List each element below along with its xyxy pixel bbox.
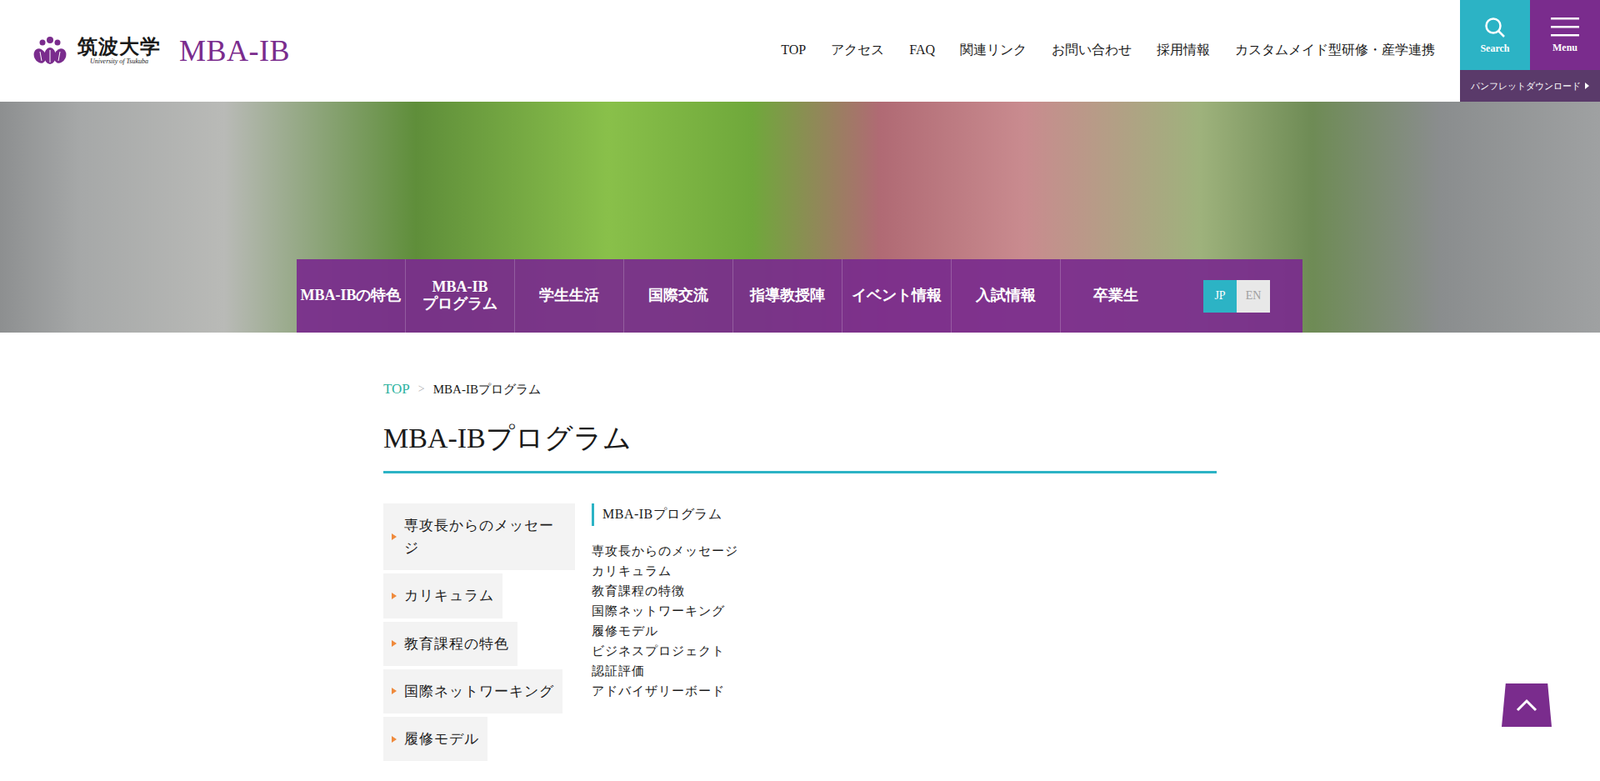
section: MBA-IBプログラム専攻長からのメッセージカリキュラム教育課程の特徴国際ネット… xyxy=(591,503,1217,761)
top-nav-link[interactable]: お問い合わせ xyxy=(1051,41,1132,60)
breadcrumb-item[interactable]: TOP xyxy=(383,380,410,398)
section-link[interactable]: アドバイザリーボード xyxy=(591,680,1217,701)
global-nav-item[interactable]: 入試情報 xyxy=(951,259,1061,333)
search-icon xyxy=(1483,15,1507,40)
breadcrumb-item: MBA-IBプログラム xyxy=(433,381,541,398)
section-heading: MBA-IBプログラム xyxy=(591,503,1217,526)
page: 筑波大学University of Tsukuba MBA-IB TOP アクセス FA… xyxy=(0,0,1600,781)
section-link[interactable]: カリキュラム xyxy=(591,560,1217,581)
sidebar-item[interactable]: 履修モデル xyxy=(383,716,488,761)
top-nav-link[interactable]: 関連リンク xyxy=(960,41,1027,60)
page-title: MBA-IBプログラム xyxy=(383,419,1217,474)
sidebar: 専攻長からのメッセージカリキュラム教育課程の特色国際ネットワーキング履修モデル xyxy=(383,503,575,761)
global-nav-item[interactable]: 指導教授陣 xyxy=(733,259,843,333)
triangle-icon xyxy=(391,640,397,647)
language-button[interactable]: EN xyxy=(1236,280,1270,313)
language-toggle: JPEN xyxy=(1203,280,1270,313)
section-link[interactable]: 国際ネットワーキング xyxy=(591,600,1217,621)
breadcrumb: TOP > MBA-IBプログラム xyxy=(383,380,1217,398)
top-nav-link[interactable]: アクセス xyxy=(830,41,885,60)
menu-button[interactable]: Menu xyxy=(1530,0,1600,70)
top-nav-link[interactable]: TOP xyxy=(780,42,806,58)
arrow-icon xyxy=(1585,82,1590,90)
section-link[interactable]: 履修モデル xyxy=(591,620,1217,641)
sidebar-item[interactable]: カリキュラム xyxy=(383,573,503,618)
search-button[interactable]: Search xyxy=(1460,0,1530,70)
global-nav-item[interactable]: 卒業生 xyxy=(1060,259,1170,333)
back-to-top-button[interactable] xyxy=(1501,683,1552,727)
program-name: MBA-IB xyxy=(179,33,290,69)
section-link[interactable]: ビジネスプロジェクト xyxy=(591,640,1217,661)
top-nav: TOP アクセス FAQ 関連リンク お問い合わせ 採用情報 カスタムメイド型研修・産学連携 xyxy=(780,0,1460,102)
breadcrumb-separator: > xyxy=(418,382,425,396)
global-nav-item[interactable]: 学生生活 xyxy=(515,259,625,333)
global-nav-item[interactable]: イベント情報 xyxy=(842,259,952,333)
university-name: 筑波大学University of Tsukuba xyxy=(77,35,161,65)
top-nav-link[interactable]: カスタムメイド型研修・産学連携 xyxy=(1235,41,1435,60)
language-button[interactable]: JP xyxy=(1203,280,1237,313)
hamburger-icon xyxy=(1550,16,1580,39)
chevron-up-icon xyxy=(1515,698,1538,712)
triangle-icon xyxy=(391,533,397,540)
global-nav-item[interactable]: MBA-IBの特色 xyxy=(296,259,406,333)
section-link[interactable]: 専攻長からのメッセージ xyxy=(591,540,1217,561)
logo[interactable]: 筑波大学University of Tsukuba MBA-IB xyxy=(0,0,290,102)
triangle-icon xyxy=(391,735,397,743)
global-nav-item[interactable]: 国際交流 xyxy=(624,259,734,333)
top-nav-link[interactable]: FAQ xyxy=(909,42,935,58)
section-link[interactable]: 教育課程の特徴 xyxy=(591,580,1217,601)
sidebar-item[interactable]: 専攻長からのメッセージ xyxy=(383,503,575,570)
section-links: 専攻長からのメッセージカリキュラム教育課程の特徴国際ネットワーキング履修モデルビ… xyxy=(591,540,1217,701)
triangle-icon xyxy=(391,687,397,695)
top-nav-link[interactable]: 採用情報 xyxy=(1156,41,1210,60)
site-header: 筑波大学University of Tsukuba MBA-IB TOP アクセス FA… xyxy=(0,0,1600,102)
hero-photo: MBA-IBの特色MBA-IBプログラム学生生活国際交流指導教授陣イベント情報入… xyxy=(0,101,1600,333)
sidebar-item[interactable]: 教育課程の特色 xyxy=(383,621,518,666)
global-nav: MBA-IBの特色MBA-IBプログラム学生生活国際交流指導教授陣イベント情報入… xyxy=(296,259,1303,333)
paulownia-crest-icon xyxy=(32,33,68,69)
sidebar-item[interactable]: 国際ネットワーキング xyxy=(383,669,563,714)
global-nav-item[interactable]: MBA-IBプログラム xyxy=(405,259,515,333)
main-content: TOP>MBA-IBプログラムMBA-IBプログラム専攻長からのメッセージカリキ… xyxy=(383,332,1217,761)
pamphlet-download[interactable]: パンフレットダウンロード xyxy=(1460,70,1600,102)
section-link[interactable]: 認証評価 xyxy=(591,660,1217,681)
triangle-icon xyxy=(391,592,397,600)
